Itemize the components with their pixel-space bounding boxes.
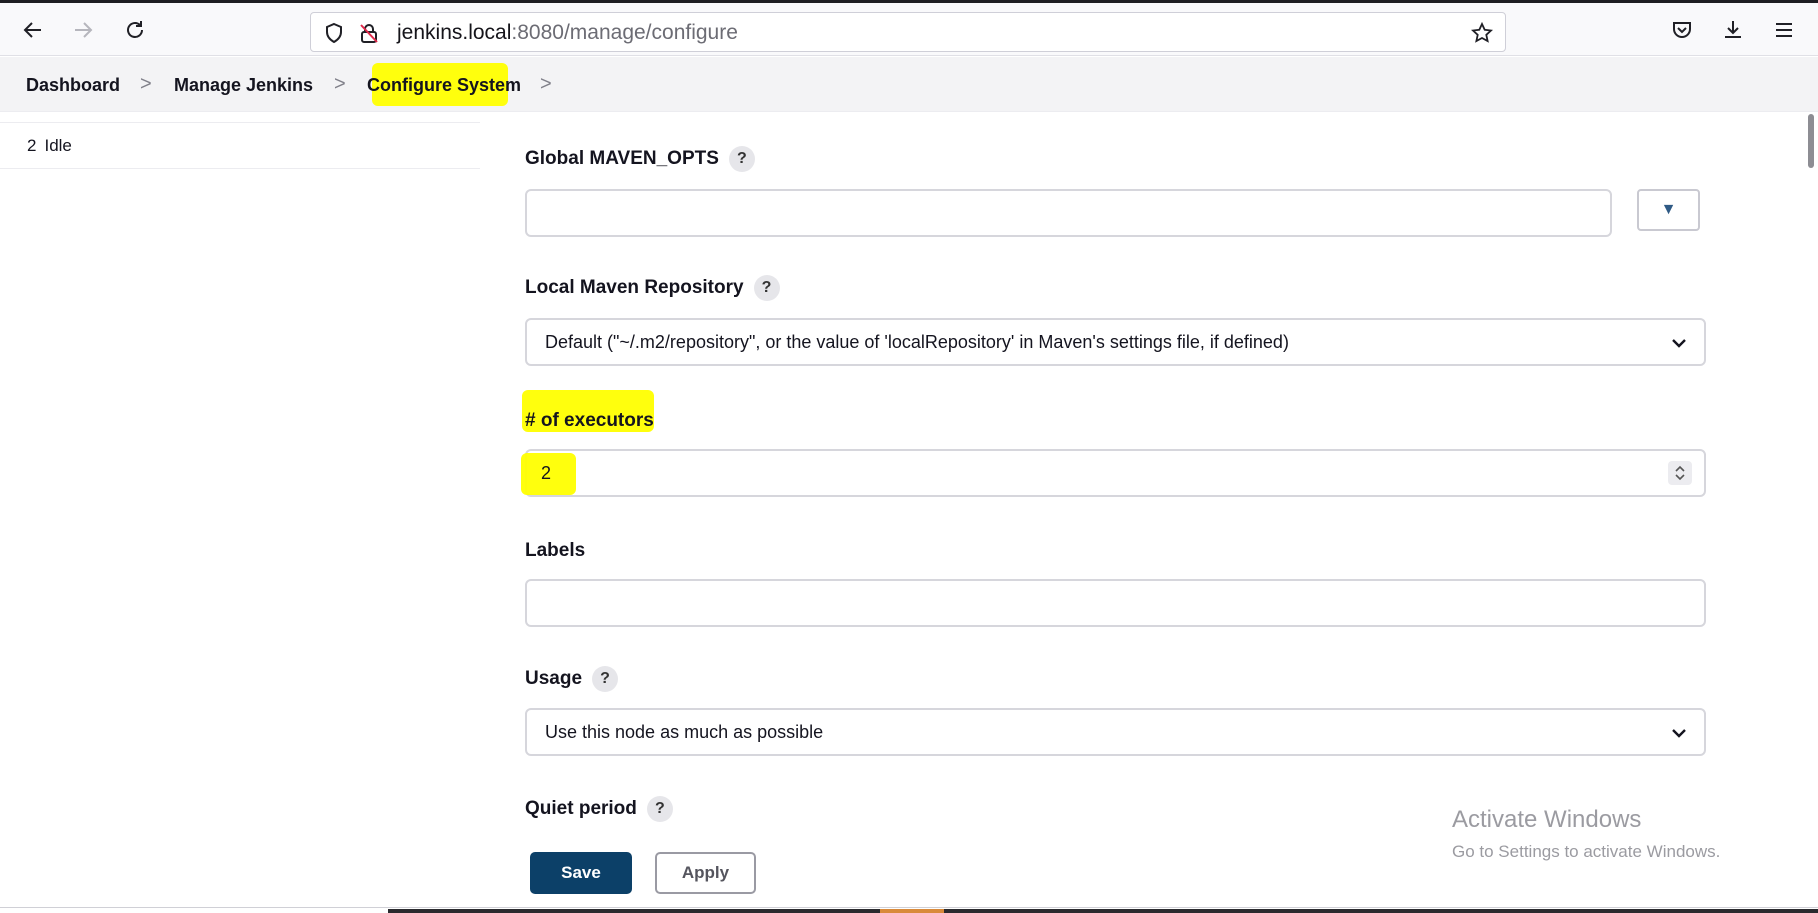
local-repo-select[interactable]: Default ("~/.m2/repository", or the valu… [525, 318, 1706, 366]
watermark-title: Activate Windows [1452, 806, 1642, 833]
usage-selected: Use this node as much as possible [545, 722, 824, 742]
usage-select[interactable]: Use this node as much as possible [525, 708, 1706, 756]
configure-form: Global MAVEN_OPTS? ▼ Local Maven Reposit… [480, 112, 1790, 832]
taskbar-accent [880, 909, 944, 913]
chevron-down-icon [1672, 339, 1686, 348]
local-repo-selected: Default ("~/.m2/repository", or the valu… [545, 332, 1289, 352]
executor-row: 2 Idle [27, 136, 80, 156]
taskbar-strip [388, 909, 1818, 913]
maven-opts-label-text: Global MAVEN_OPTS [525, 148, 719, 170]
url-host: jenkins.local [397, 21, 512, 44]
scrollbar-thumb[interactable] [1808, 114, 1814, 168]
maven-opts-label: Global MAVEN_OPTS? [525, 146, 755, 172]
apply-button[interactable]: Apply [655, 852, 756, 894]
local-repo-label-text: Local Maven Repository [525, 277, 744, 299]
download-icon[interactable] [1716, 13, 1750, 47]
activate-windows-watermark: Activate Windows Go to Settings to activ… [1452, 806, 1720, 862]
quiet-period-label: Quiet period? [525, 796, 673, 822]
address-bar[interactable]: jenkins.local:8080/manage/configure [310, 12, 1506, 52]
breadcrumb-manage-jenkins[interactable]: Manage Jenkins [174, 75, 313, 96]
breadcrumb-separator: > [140, 73, 152, 95]
executor-number: 2 [27, 136, 37, 155]
chevron-down-icon [1672, 729, 1686, 738]
expand-textarea-button[interactable]: ▼ [1637, 189, 1700, 231]
breadcrumb-dashboard[interactable]: Dashboard [26, 75, 120, 96]
labels-label: Labels [525, 540, 586, 561]
breadcrumb: Dashboard > Manage Jenkins > Configure S… [0, 57, 1818, 112]
url-text[interactable]: jenkins.local:8080/manage/configure [397, 22, 738, 44]
executor-status[interactable]: Idle [44, 136, 71, 155]
help-icon[interactable]: ? [728, 146, 755, 172]
reload-icon[interactable] [118, 13, 152, 47]
spinner-arrows-icon [1675, 465, 1685, 481]
local-repo-label: Local Maven Repository? [525, 275, 780, 301]
breadcrumb-configure-system[interactable]: Configure System [367, 75, 521, 96]
labels-input[interactable] [525, 579, 1706, 627]
insecure-lock-icon[interactable] [358, 22, 380, 44]
maven-opts-input[interactable] [525, 189, 1612, 237]
watermark-subtitle: Go to Settings to activate Windows. [1452, 842, 1721, 861]
shield-icon[interactable] [323, 22, 345, 44]
number-spinner[interactable] [1668, 461, 1692, 485]
executors-label: # of executors [525, 410, 654, 431]
divider [0, 168, 480, 169]
quiet-period-label-text: Quiet period [525, 798, 637, 820]
browser-toolbar: jenkins.local:8080/manage/configure [0, 0, 1818, 56]
breadcrumb-separator: > [540, 73, 552, 95]
executors-value: 2 [541, 463, 552, 483]
help-icon[interactable]: ? [753, 275, 780, 301]
vertical-scrollbar[interactable] [1804, 112, 1818, 832]
pocket-icon[interactable] [1665, 13, 1699, 47]
help-icon[interactable]: ? [646, 796, 673, 822]
expand-icon: ▼ [1660, 201, 1677, 218]
url-path: :8080/manage/configure [511, 21, 738, 44]
back-arrow-icon[interactable] [16, 13, 50, 47]
help-icon[interactable]: ? [592, 666, 619, 692]
breadcrumb-separator: > [334, 73, 346, 95]
usage-label-text: Usage [525, 668, 583, 690]
divider [0, 122, 480, 123]
save-button[interactable]: Save [530, 852, 632, 894]
menu-icon[interactable] [1767, 13, 1801, 47]
forward-arrow-icon[interactable] [66, 13, 100, 47]
star-icon[interactable] [1471, 22, 1493, 44]
usage-label: Usage? [525, 666, 619, 692]
executors-input[interactable]: 2 [521, 449, 1706, 497]
